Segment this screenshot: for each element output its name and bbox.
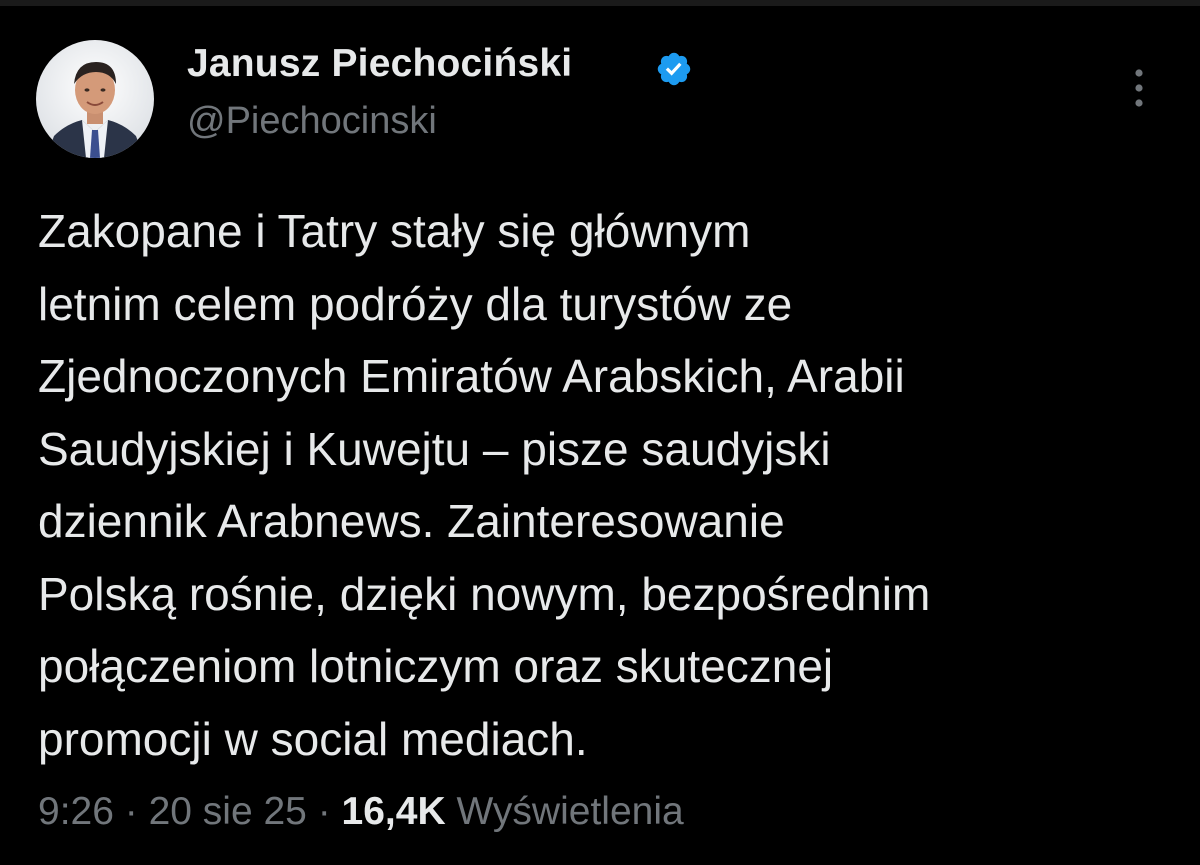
avatar-photo-icon <box>36 40 154 158</box>
tweet-date[interactable]: 20 sie 25 <box>149 790 307 833</box>
tweet-text-line: połączeniom lotniczym oraz skutecznej <box>38 640 834 692</box>
tweet-text-line: Zjednoczonych Emiratów Arabskich, Arabii <box>38 350 905 402</box>
meta-separator: · <box>306 790 342 833</box>
tweet-text: Zakopane i Tatry stały się głównym letni… <box>38 195 1178 775</box>
views-count: 16,4K <box>341 790 446 833</box>
verified-badge-icon <box>657 52 691 86</box>
author-display-name[interactable]: Janusz Piechociński <box>187 42 572 86</box>
more-options-icon[interactable] <box>1126 66 1152 110</box>
tweet-text-line: dziennik Arabnews. Zainteresowanie <box>38 495 785 547</box>
avatar[interactable] <box>36 40 154 158</box>
tweet-text-line: Zakopane i Tatry stały się głównym <box>38 205 751 257</box>
tweet-meta: 9:26 · 20 sie 25 · 16,4K Wyświetlenia <box>38 790 684 834</box>
tweet-text-line: Polską rośnie, dzięki nowym, bezpośredni… <box>38 567 931 620</box>
tweet-text-line: Saudyjskiej i Kuwejtu – pisze saudyjski <box>38 422 831 475</box>
tweet-text-line: letnim celem podróży dla turystów ze <box>38 277 793 330</box>
views-label: Wyświetlenia <box>456 790 684 833</box>
tweet-text-line: promocji w social mediach. <box>38 712 588 765</box>
tweet-time[interactable]: 9:26 <box>38 790 114 833</box>
meta-separator: · <box>113 790 149 833</box>
author-handle[interactable]: @Piechocinski <box>187 100 437 143</box>
tweet-card: Janusz Piechociński @Piechocinski Zakopa… <box>0 0 1200 865</box>
